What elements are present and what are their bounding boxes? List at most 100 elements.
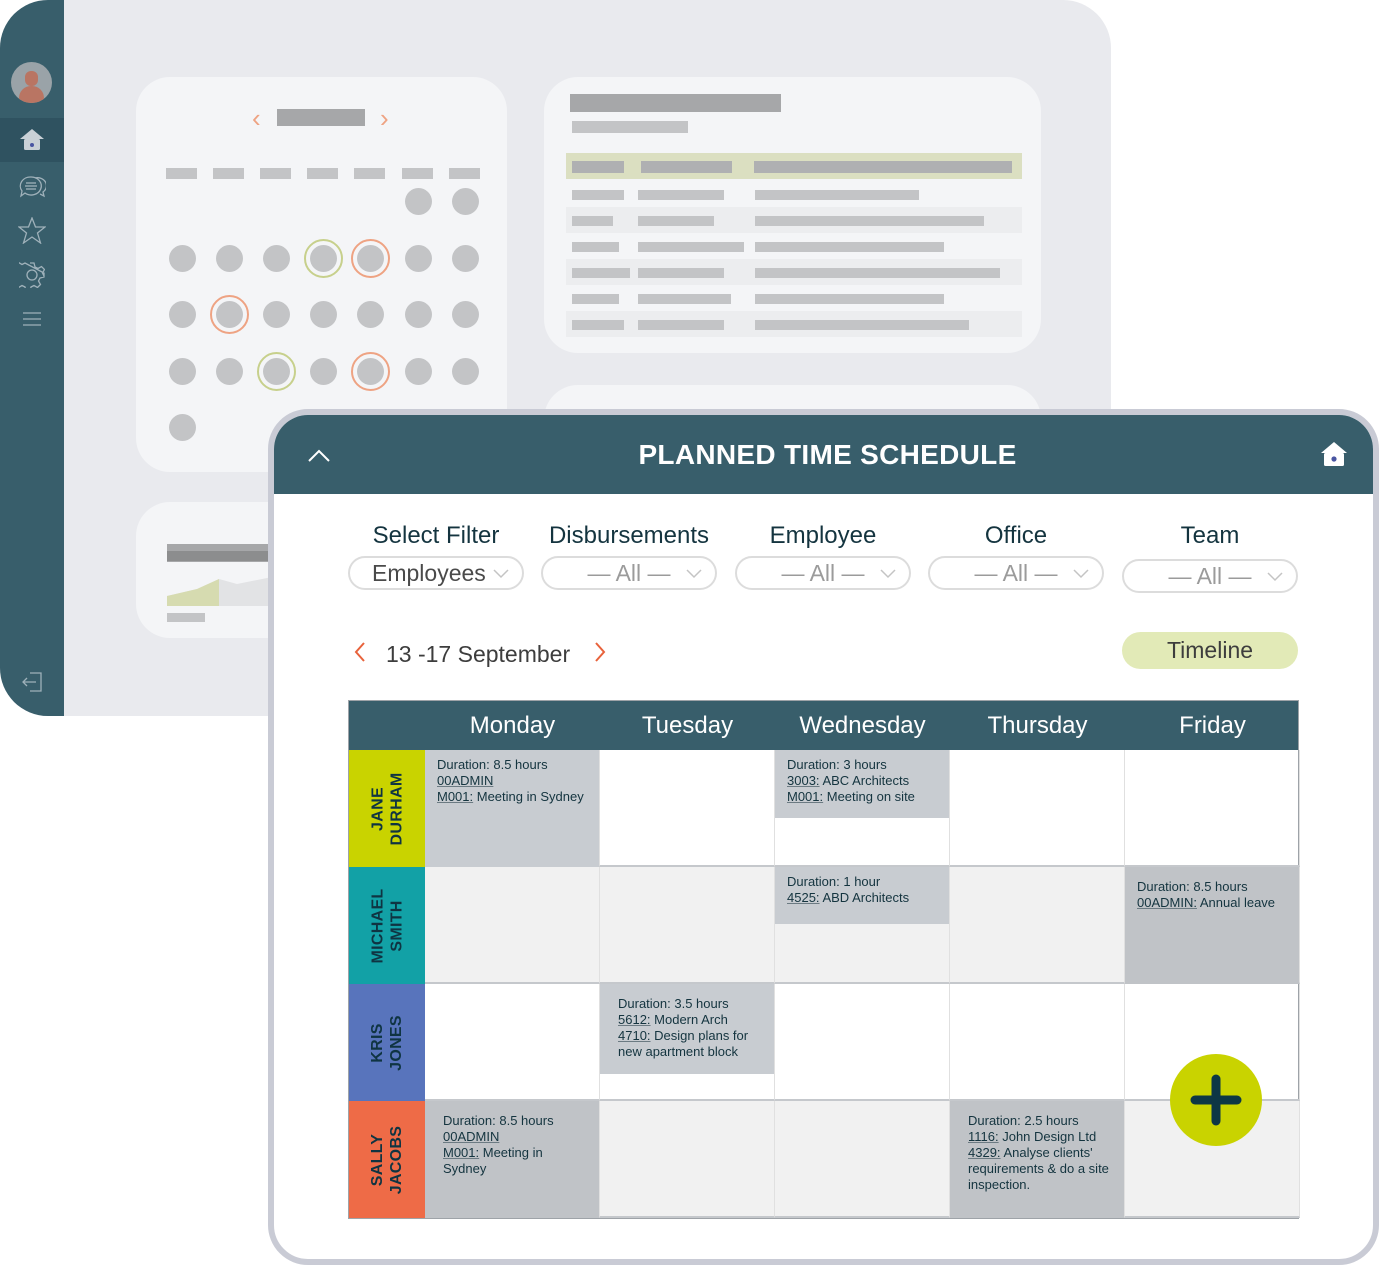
calendar-day[interactable] [452, 358, 479, 385]
filter-select[interactable]: — All — [1122, 559, 1298, 593]
entry-duration: Duration: 3.5 hours [618, 996, 729, 1011]
calendar-day[interactable] [405, 358, 432, 385]
calendar-day[interactable] [169, 245, 196, 272]
home-icon [1321, 442, 1347, 466]
chevron-down-icon [1073, 569, 1089, 579]
schedule-entry[interactable]: Duration: 1 hour 4525: ABD Architects [775, 867, 949, 924]
calendar-day[interactable] [405, 245, 432, 272]
calendar-day[interactable] [263, 301, 290, 328]
entry-code-link[interactable]: 4329: [968, 1145, 1001, 1160]
table-cell-placeholder [755, 268, 1000, 278]
schedule-entry[interactable]: Duration: 2.5 hours 1116: John Design Ltd… [950, 1101, 1124, 1218]
home-button[interactable] [1319, 439, 1349, 471]
filter-select[interactable]: — All — [735, 556, 911, 590]
calendar-day[interactable] [310, 358, 337, 385]
schedule-cell[interactable] [1125, 750, 1300, 867]
previous-week-button[interactable] [348, 638, 372, 670]
calendar-next-icon[interactable]: › [380, 105, 389, 131]
schedule-cell[interactable]: Duration: 8.5 hours 00ADMIN: Annual leave [1125, 867, 1300, 984]
schedule-cell[interactable] [600, 867, 775, 984]
schedule-cell[interactable] [775, 1101, 950, 1218]
schedule-grid: Monday Tuesday Wednesday Thursday Friday JAN… [348, 700, 1300, 1219]
filter-value: — All — [781, 560, 865, 586]
schedule-cell[interactable] [425, 984, 600, 1101]
entry-duration: Duration: 8.5 hours [437, 757, 548, 772]
entry-code-link[interactable]: 4710: [618, 1028, 651, 1043]
schedule-cell[interactable] [950, 984, 1125, 1101]
filter-select[interactable]: — All — [541, 556, 717, 590]
sidebar-item-favorites[interactable] [0, 208, 64, 252]
schedule-entry[interactable]: Duration: 8.5 hours 00ADMIN: Annual leave [1125, 867, 1299, 984]
schedule-cell[interactable] [600, 750, 775, 867]
collapse-button[interactable] [304, 441, 334, 471]
table-cell-placeholder [755, 294, 944, 304]
calendar-day[interactable] [310, 301, 337, 328]
filter-select[interactable]: Employees [348, 556, 524, 590]
calendar-day[interactable] [405, 188, 432, 215]
calendar-day-highlight [351, 352, 390, 391]
planned-time-schedule-panel: PLANNED TIME SCHEDULE Select Filter Emplo… [268, 409, 1379, 1265]
schedule-cell[interactable]: Duration: 8.5 hours 00ADMIN M001: Meeting … [425, 750, 600, 867]
employee-name: KRIS JONES [369, 1014, 405, 1071]
schedule-cell[interactable]: Duration: 3 hours 3003: ABC Architects M00… [775, 750, 950, 867]
entry-code-link[interactable]: 4525: [787, 890, 820, 905]
calendar-prev-icon[interactable]: ‹ [252, 105, 261, 131]
entry-code-link[interactable]: M001: [437, 789, 473, 804]
schedule-cell[interactable]: Duration: 3.5 hours 5612: Modern Arch 4710… [600, 984, 775, 1101]
schedule-cell[interactable]: Duration: 2.5 hours 1116: John Design Ltd… [950, 1101, 1125, 1218]
calendar-day[interactable] [169, 358, 196, 385]
schedule-entry[interactable]: Duration: 3 hours 3003: ABC Architects M00… [775, 750, 949, 818]
add-entry-button[interactable] [1170, 1054, 1262, 1146]
calendar-day-highlight [351, 239, 390, 278]
entry-code-link[interactable]: 00ADMIN [443, 1129, 499, 1144]
avatar[interactable] [11, 62, 52, 103]
filter-value: — All — [974, 560, 1058, 586]
employee-label: MICHAEL SMITH [349, 867, 425, 984]
logout-button[interactable] [0, 660, 64, 704]
employee-name: MICHAEL SMITH [368, 888, 405, 963]
sidebar-item-messages[interactable] [0, 165, 64, 209]
calendar-day[interactable] [169, 301, 196, 328]
table-cell-placeholder [572, 320, 624, 330]
schedule-cell[interactable] [775, 984, 950, 1101]
timeline-button[interactable]: Timeline [1122, 632, 1298, 669]
entry-code-link[interactable]: 3003: [787, 773, 820, 788]
calendar-day[interactable] [357, 301, 384, 328]
calendar-day[interactable] [216, 358, 243, 385]
next-week-button[interactable] [588, 638, 612, 670]
entry-code-link[interactable]: M001: [787, 789, 823, 804]
schedule-cell[interactable] [950, 867, 1125, 984]
table-cell-placeholder [638, 294, 731, 304]
entry-code-link[interactable]: 5612: [618, 1012, 651, 1027]
entry-code-link[interactable]: 00ADMIN: [1137, 895, 1197, 910]
filter-select[interactable]: — All — [928, 556, 1104, 590]
chevron-down-icon [686, 569, 702, 579]
entry-duration: Duration: 1 hour [787, 874, 881, 889]
entry-code-link[interactable]: 1116: [968, 1129, 999, 1144]
sidebar-item-menu[interactable] [0, 297, 64, 341]
sidebar-item-settings[interactable] [0, 253, 64, 297]
entry-code-link[interactable]: 00ADMIN [437, 773, 493, 788]
day-header: Tuesday [641, 712, 734, 739]
schedule-entry[interactable]: Duration: 8.5 hours 00ADMIN M001: Meeting … [425, 750, 599, 867]
sidebar-item-home[interactable] [0, 118, 64, 162]
schedule-cell[interactable] [425, 867, 600, 984]
table-cell-placeholder [755, 190, 919, 200]
table-cell-placeholder [638, 268, 724, 278]
schedule-cell[interactable] [950, 750, 1125, 867]
calendar-day[interactable] [405, 301, 432, 328]
calendar-day[interactable] [452, 245, 479, 272]
calendar-day[interactable] [452, 301, 479, 328]
schedule-entry[interactable]: Duration: 8.5 hours 00ADMIN M001: Meeting … [425, 1101, 599, 1218]
entry-code-link[interactable]: M001: [443, 1145, 479, 1160]
calendar-day[interactable] [216, 245, 243, 272]
calendar-day[interactable] [169, 414, 196, 441]
schedule-cell[interactable]: Duration: 8.5 hours 00ADMIN M001: Meeting … [425, 1101, 600, 1218]
calendar-day[interactable] [452, 188, 479, 215]
schedule-entry[interactable]: Duration: 3.5 hours 5612: Modern Arch 4710… [600, 984, 774, 1074]
calendar-day[interactable] [263, 245, 290, 272]
schedule-cell[interactable]: Duration: 1 hour 4525: ABD Architects [775, 867, 950, 984]
weekday-placeholder [166, 168, 197, 179]
schedule-cell[interactable] [600, 1101, 775, 1218]
chevron-down-icon [493, 569, 509, 579]
